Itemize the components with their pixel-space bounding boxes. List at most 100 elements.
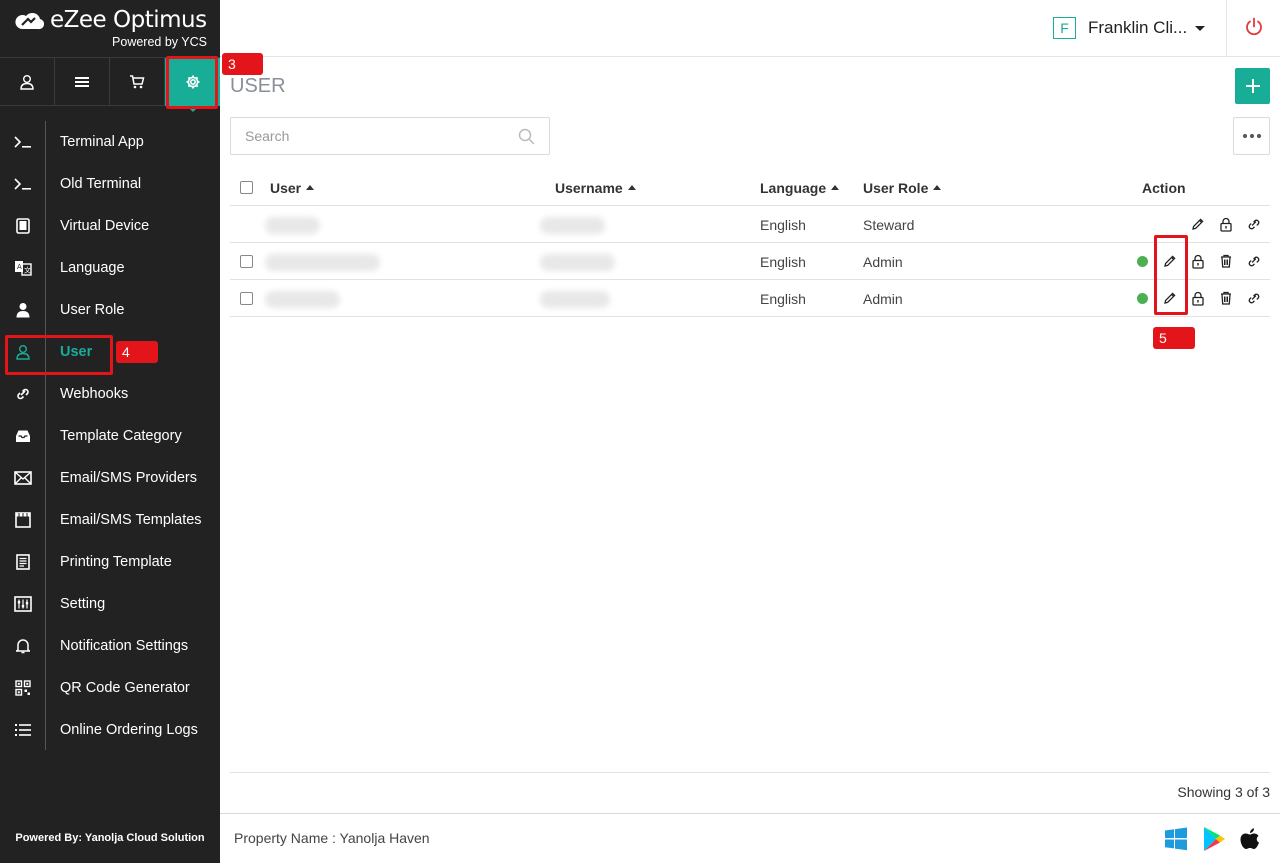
sidebar-item-label: Online Ordering Logs	[60, 722, 198, 738]
sidebar: eZee Optimus Powered by YCS Terminal App…	[0, 0, 220, 863]
annotation-highlight-settings	[166, 56, 218, 109]
sidebar-item-template-category[interactable]: Template Category	[0, 415, 220, 457]
table-footer-divider	[230, 772, 1270, 773]
sidebar-item-language[interactable]: A文 Language	[0, 247, 220, 289]
menu-icon	[75, 77, 89, 87]
edit-icon[interactable]	[1190, 216, 1206, 232]
terminal-icon	[13, 136, 31, 148]
dot	[1256, 134, 1261, 138]
lock-icon[interactable]	[1190, 253, 1206, 269]
sidebar-item-email-sms-templates[interactable]: Email/SMS Templates	[0, 499, 220, 541]
google-play-icon[interactable]	[1202, 826, 1226, 852]
qr-icon	[14, 680, 31, 696]
search-input[interactable]	[231, 118, 501, 154]
sidebar-item-label: Setting	[60, 596, 106, 612]
sidebar-menu: Terminal App Old Terminal Virtual Device…	[0, 121, 220, 751]
dot	[1242, 134, 1247, 138]
table-header: User Username Language User Role Action	[230, 169, 1270, 206]
delete-icon[interactable]	[1218, 253, 1234, 269]
sidebar-item-terminal-app[interactable]: Terminal App	[0, 121, 220, 163]
sidebar-item-label: User Role	[60, 302, 125, 318]
annotation-highlight-user	[5, 335, 113, 375]
column-label: Language	[760, 180, 827, 196]
username-redacted	[540, 217, 605, 234]
add-user-button[interactable]	[1235, 68, 1270, 104]
sidebar-item-label: Template Category	[60, 428, 182, 444]
user-icon	[20, 75, 34, 90]
header-divider	[1226, 0, 1227, 57]
username-redacted	[540, 254, 615, 271]
windows-icon[interactable]	[1164, 827, 1188, 851]
search-box	[230, 117, 550, 155]
power-icon[interactable]	[1244, 17, 1264, 37]
link-icon[interactable]	[1246, 253, 1262, 269]
table-row: English Admin	[230, 243, 1270, 280]
row-checkbox[interactable]	[240, 292, 253, 305]
sidebar-item-virtual-device[interactable]: Virtual Device	[0, 205, 220, 247]
sidebar-item-label: Webhooks	[60, 386, 129, 402]
column-header-action: Action	[1142, 180, 1186, 196]
sidebar-item-old-terminal[interactable]: Old Terminal	[0, 163, 220, 205]
top-nav-user[interactable]	[0, 58, 55, 106]
property-selector[interactable]: F Franklin Cli...	[1053, 17, 1206, 39]
sidebar-footer: Powered By: Yanolja Cloud Solution	[15, 832, 205, 844]
cart-icon	[130, 75, 145, 89]
column-header-user[interactable]: User	[270, 180, 315, 196]
mail-icon	[13, 471, 32, 485]
logo-icon	[15, 12, 45, 30]
link-icon[interactable]	[1246, 290, 1262, 306]
annotation-step-3: 3	[222, 53, 263, 75]
status-active-dot	[1137, 293, 1148, 304]
sidebar-item-user-role[interactable]: User Role	[0, 289, 220, 331]
brand-tagline: Powered by YCS	[112, 35, 207, 49]
sidebar-item-setting[interactable]: Setting	[0, 583, 220, 625]
row-checkbox[interactable]	[240, 255, 253, 268]
sidebar-item-qr-code-generator[interactable]: QR Code Generator	[0, 667, 220, 709]
sidebar-item-notification-settings[interactable]: Notification Settings	[0, 625, 220, 667]
search-icon[interactable]	[518, 128, 535, 145]
language-cell: English	[760, 254, 806, 270]
tablet-icon	[15, 218, 30, 234]
more-options-button[interactable]	[1233, 117, 1270, 155]
translate-icon: A文	[14, 261, 32, 276]
column-label: Username	[555, 180, 623, 196]
terminal-icon	[13, 178, 31, 190]
inbox-icon	[15, 430, 30, 442]
top-nav-cart[interactable]	[110, 58, 165, 106]
table-row: English Steward	[230, 206, 1270, 243]
sidebar-item-printing-template[interactable]: Printing Template	[0, 541, 220, 583]
select-all-checkbox[interactable]	[240, 181, 253, 194]
sidebar-item-label: Notification Settings	[60, 638, 189, 654]
user-name-redacted	[265, 254, 380, 271]
lock-icon[interactable]	[1190, 290, 1206, 306]
apple-icon[interactable]	[1240, 827, 1260, 851]
column-header-username[interactable]: Username	[555, 180, 636, 196]
column-header-user-role[interactable]: User Role	[863, 180, 942, 196]
sidebar-item-online-ordering-logs[interactable]: Online Ordering Logs	[0, 709, 220, 751]
sidebar-item-webhooks[interactable]: Webhooks	[0, 373, 220, 415]
role-cell: Steward	[863, 217, 915, 233]
list-icon	[14, 724, 31, 736]
brand: eZee Optimus Powered by YCS	[0, 0, 220, 57]
delete-icon[interactable]	[1218, 290, 1234, 306]
column-header-language[interactable]: Language	[760, 180, 840, 196]
app-store-links	[1164, 826, 1260, 852]
sidebar-item-email-sms-providers[interactable]: Email/SMS Providers	[0, 457, 220, 499]
header: F Franklin Cli...	[220, 0, 1280, 57]
lock-icon[interactable]	[1218, 216, 1234, 232]
plus-icon	[1245, 79, 1260, 93]
pagination-summary: Showing 3 of 3	[1177, 784, 1270, 800]
annotation-step-5: 5	[1153, 327, 1195, 349]
page-title: USER	[230, 75, 286, 97]
table-row: English Admin	[230, 280, 1270, 317]
sidebar-item-label: Virtual Device	[60, 218, 150, 234]
property-name: Franklin Cli...	[1088, 18, 1188, 37]
language-cell: English	[760, 217, 806, 233]
link-icon[interactable]	[1246, 216, 1262, 232]
sidebar-item-label: Email/SMS Templates	[60, 512, 202, 528]
top-nav-menu[interactable]	[55, 58, 110, 106]
receipt-icon	[15, 554, 30, 570]
svg-text:文: 文	[24, 266, 31, 275]
sidebar-item-label: Printing Template	[60, 554, 172, 570]
sort-asc-icon	[933, 185, 942, 190]
